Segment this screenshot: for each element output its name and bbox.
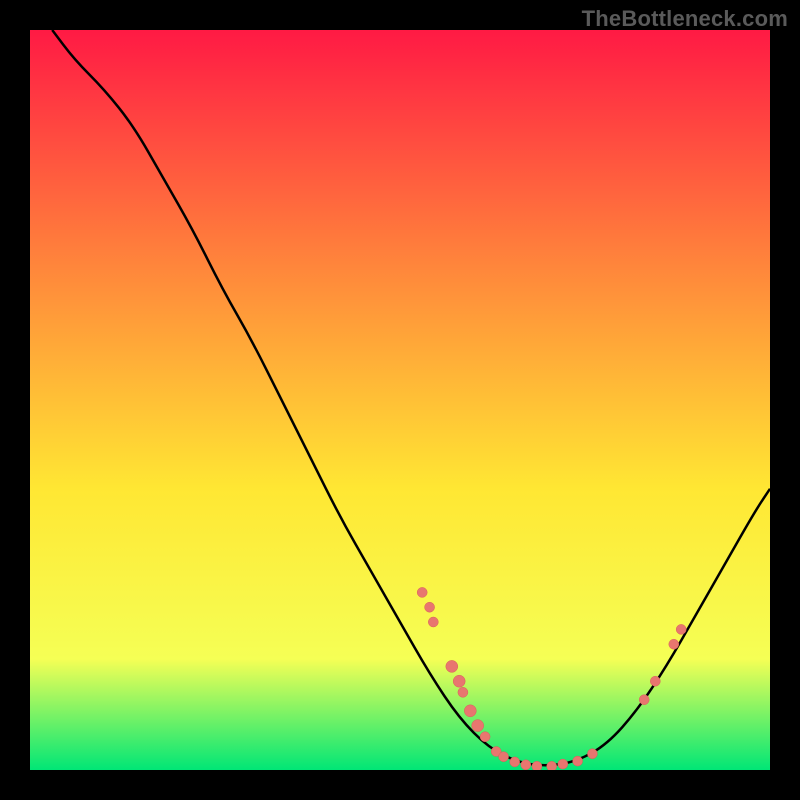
data-marker (510, 757, 520, 767)
plot-area (30, 30, 770, 770)
watermark-label: TheBottleneck.com (582, 6, 788, 32)
data-marker (472, 720, 484, 732)
data-marker (480, 732, 490, 742)
data-marker (446, 660, 458, 672)
data-marker (669, 639, 679, 649)
data-marker (499, 752, 509, 762)
data-marker (425, 602, 435, 612)
data-marker (458, 687, 468, 697)
data-marker (573, 756, 583, 766)
data-marker (464, 705, 476, 717)
data-marker (547, 761, 557, 770)
chart-container: TheBottleneck.com (0, 0, 800, 800)
data-marker (558, 759, 568, 769)
data-marker (676, 624, 686, 634)
chart-svg (30, 30, 770, 770)
data-marker (639, 695, 649, 705)
data-marker (428, 617, 438, 627)
data-marker (587, 749, 597, 759)
data-marker (417, 587, 427, 597)
data-marker (521, 760, 531, 770)
data-marker (453, 675, 465, 687)
data-marker (650, 676, 660, 686)
data-marker (532, 761, 542, 770)
